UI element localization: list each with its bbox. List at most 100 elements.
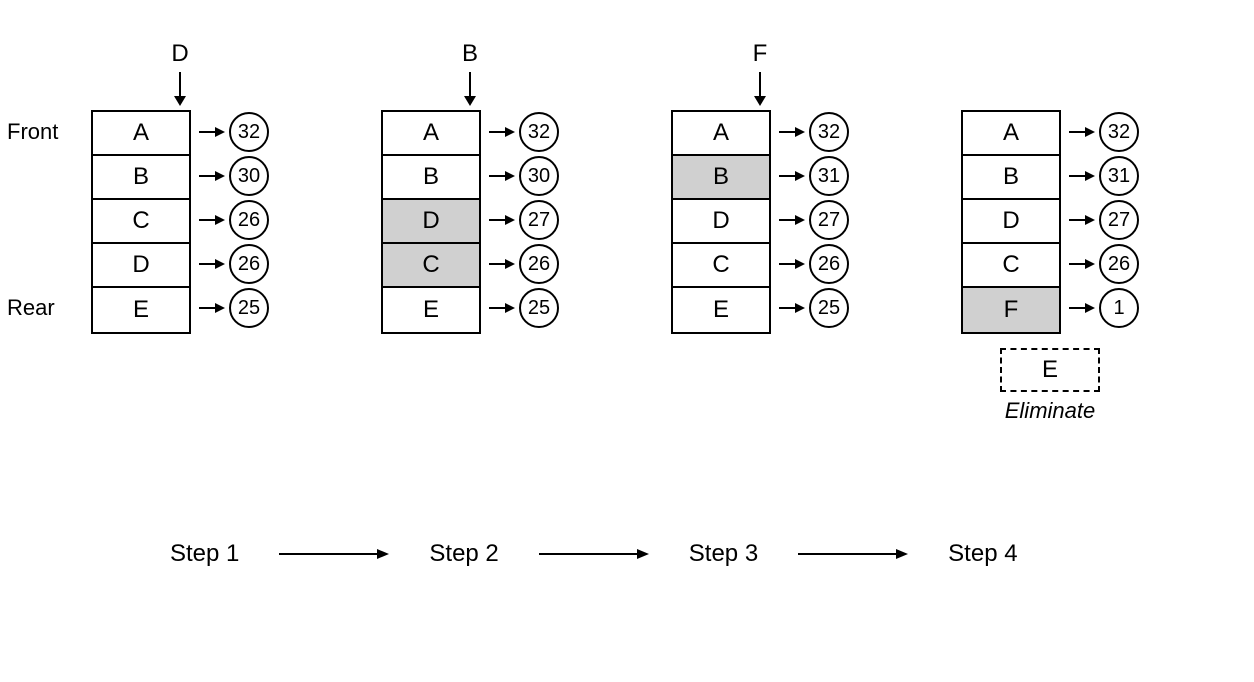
value-circle: 26: [229, 200, 269, 240]
queue-diagram: D Front Rear A B C D E 32: [80, 40, 1180, 424]
value-circle: 26: [1099, 244, 1139, 284]
arrow-right-icon: [779, 125, 805, 139]
value-row: 27: [777, 198, 849, 242]
value-row: 26: [777, 242, 849, 286]
arrow-right-icon: [1069, 169, 1095, 183]
value-row: 31: [777, 154, 849, 198]
queue-cell: A: [673, 112, 769, 156]
value-circle: 26: [809, 244, 849, 284]
queue-cell: E: [673, 288, 769, 332]
queue: A B C D E: [91, 110, 191, 334]
queue-cell: A: [963, 112, 1059, 156]
value-circle: 27: [1099, 200, 1139, 240]
queue-cell: F: [963, 288, 1059, 332]
rear-label: Rear: [7, 286, 58, 330]
value-circle: 31: [809, 156, 849, 196]
value-row: 30: [487, 154, 559, 198]
value-circle: 30: [519, 156, 559, 196]
arrow-right-icon: [489, 301, 515, 315]
value-row: 27: [487, 198, 559, 242]
arrow-right-icon: [489, 257, 515, 271]
value-column: 32 30 27 26 25: [487, 110, 559, 330]
value-row: 27: [1067, 198, 1139, 242]
queue: A B D C E: [381, 110, 481, 334]
queue-with-values: A B D C E 32 31 27 26 25: [671, 110, 849, 334]
arrow-right-icon: [199, 301, 225, 315]
value-row: 26: [487, 242, 559, 286]
value-row: 30: [197, 154, 269, 198]
value-circle: 25: [519, 288, 559, 328]
arrow-right-icon: [199, 213, 225, 227]
value-row: 32: [197, 110, 269, 154]
queue: A B D C F: [961, 110, 1061, 334]
value-row: 1: [1067, 286, 1139, 330]
arrow-down-icon: [170, 72, 190, 110]
value-row: 32: [777, 110, 849, 154]
value-circle: 1: [1099, 288, 1139, 328]
queue-cell: B: [93, 156, 189, 200]
value-row: 32: [487, 110, 559, 154]
value-circle: 26: [519, 244, 559, 284]
arrow-right-icon: [199, 125, 225, 139]
queue-cell: B: [673, 156, 769, 200]
value-circle: 26: [229, 244, 269, 284]
arrow-right-icon: [779, 213, 805, 227]
value-column: 32 30 26 26 25: [197, 110, 269, 330]
value-row: 26: [197, 242, 269, 286]
step-2-column: B A B D C E 32 30 27 26 25: [370, 40, 570, 334]
queue-cell: C: [673, 244, 769, 288]
queue-cell: A: [383, 112, 479, 156]
arrow-right-icon: [279, 547, 389, 561]
value-circle: 27: [809, 200, 849, 240]
step-label: Step 4: [948, 540, 1017, 568]
value-row: 32: [1067, 110, 1139, 154]
arrow-right-icon: [199, 257, 225, 271]
insert-label: D: [171, 40, 188, 68]
arrow-right-icon: [199, 169, 225, 183]
value-circle: 30: [229, 156, 269, 196]
value-row: 31: [1067, 154, 1139, 198]
arrow-right-icon: [1069, 213, 1095, 227]
queue-with-values: Front Rear A B C D E 32 30 26 26 25: [91, 110, 269, 334]
step-label: Step 3: [689, 540, 758, 568]
step-4-column: A B D C F 32 31 27 26 1 E Eliminate: [950, 40, 1150, 424]
eliminated-cell: E: [1000, 348, 1100, 392]
insert-label: B: [462, 40, 478, 68]
queue-cell: C: [963, 244, 1059, 288]
arrow-right-icon: [779, 169, 805, 183]
value-column: 32 31 27 26 1: [1067, 110, 1139, 330]
arrow-right-icon: [779, 301, 805, 315]
queue-cell: D: [93, 244, 189, 288]
queue-cell: D: [383, 200, 479, 244]
value-row: 25: [487, 286, 559, 330]
queue-cell: B: [963, 156, 1059, 200]
arrow-right-icon: [539, 547, 649, 561]
queue-cell: C: [93, 200, 189, 244]
value-row: 26: [1067, 242, 1139, 286]
step-label: Step 2: [429, 540, 498, 568]
queue-cell: A: [93, 112, 189, 156]
value-row: 25: [777, 286, 849, 330]
queue-cell: E: [383, 288, 479, 332]
value-row: 25: [197, 286, 269, 330]
steps-row: Step 1 Step 2 Step 3 Step 4: [170, 540, 1018, 568]
arrow-down-icon: [460, 72, 480, 110]
queue-cell: D: [673, 200, 769, 244]
value-circle: 32: [229, 112, 269, 152]
arrow-right-icon: [489, 213, 515, 227]
value-circle: 32: [809, 112, 849, 152]
queue-cell: C: [383, 244, 479, 288]
queue: A B D C E: [671, 110, 771, 334]
insert-label: F: [753, 40, 768, 68]
value-row: 26: [197, 198, 269, 242]
front-label: Front: [7, 110, 58, 154]
queue-cell: E: [93, 288, 189, 332]
arrow-right-icon: [779, 257, 805, 271]
eliminate-caption: Eliminate: [1005, 398, 1095, 424]
value-circle: 25: [809, 288, 849, 328]
queue-cell: D: [963, 200, 1059, 244]
step-3-column: F A B D C E 32 31 27 26 25: [660, 40, 860, 334]
step-1-column: D Front Rear A B C D E 32: [80, 40, 280, 334]
columns-row: D Front Rear A B C D E 32: [80, 40, 1180, 424]
value-circle: 25: [229, 288, 269, 328]
